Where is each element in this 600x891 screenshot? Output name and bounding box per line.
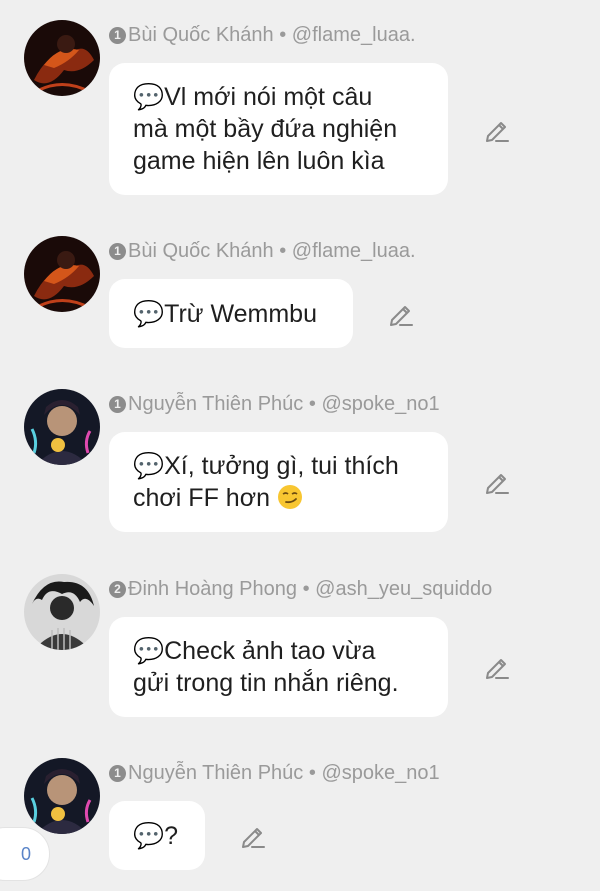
message-text: 💬Trừ Wemmbu	[133, 299, 317, 328]
message-text: 💬Check ảnh tao vừa gửi trong tin nhắn ri…	[133, 635, 399, 699]
rank-badge: 1	[109, 27, 126, 44]
message-line: 💬Xí, tưởng gì, tui thích	[133, 452, 399, 480]
avatar[interactable]	[24, 20, 100, 96]
rank-badge: 1	[109, 765, 126, 782]
avatar[interactable]	[24, 758, 100, 834]
message-line: chơi FF hơn	[133, 484, 270, 512]
message-line: mà một bầy đứa nghiện	[133, 115, 398, 143]
pencil-icon[interactable]	[388, 301, 414, 327]
meta-separator: •	[279, 240, 287, 262]
message-bubble[interactable]: 💬Check ảnh tao vừa gửi trong tin nhắn ri…	[109, 617, 448, 717]
message-line: 💬Check ảnh tao vừa	[133, 637, 376, 665]
message-meta: 1 Nguyễn Thiên Phúc • @spoke_no1	[109, 760, 440, 786]
message-text: 💬Vl mới nói một câu mà một bầy đứa nghiệ…	[133, 81, 397, 177]
author-name[interactable]: Bùi Quốc Khánh	[128, 240, 274, 262]
message-bubble[interactable]: 💬Xí, tưởng gì, tui thích chơi FF hơn	[109, 432, 448, 532]
unread-counter[interactable]: 0	[0, 827, 50, 881]
author-name[interactable]: Nguyễn Thiên Phúc	[128, 393, 303, 415]
author-handle[interactable]: @flame_luaa.	[292, 240, 416, 262]
author-handle[interactable]: @ash_yeu_squiddo	[315, 578, 492, 600]
message-bubble[interactable]: 💬Trừ Wemmbu	[109, 279, 353, 348]
message-meta: 1 Bùi Quốc Khánh • @flame_luaa.	[109, 22, 416, 48]
rank-badge: 2	[109, 581, 126, 598]
message-meta: 1 Bùi Quốc Khánh • @flame_luaa.	[109, 238, 416, 264]
rank-badge: 1	[109, 396, 126, 413]
meta-separator: •	[302, 578, 310, 600]
message-text: 💬Xí, tưởng gì, tui thích chơi FF hơn	[133, 450, 399, 514]
author-handle[interactable]: @spoke_no1	[321, 762, 439, 784]
message-line: 💬Vl mới nói một câu	[133, 83, 373, 111]
meta-separator: •	[279, 24, 287, 46]
message-meta: 1 Nguyễn Thiên Phúc • @spoke_no1	[109, 391, 440, 417]
pencil-icon[interactable]	[240, 823, 266, 849]
author-handle[interactable]: @flame_luaa.	[292, 24, 416, 46]
message-meta: 2 Đinh Hoàng Phong • @ash_yeu_squiddo	[109, 576, 492, 602]
message-bubble[interactable]: 💬?	[109, 801, 205, 870]
pencil-icon[interactable]	[484, 469, 510, 495]
message-line: game hiện lên luôn kìa	[133, 147, 385, 175]
meta-separator: •	[308, 762, 316, 784]
avatar[interactable]	[24, 389, 100, 465]
author-name[interactable]: Bùi Quốc Khánh	[128, 24, 274, 46]
pencil-icon[interactable]	[484, 117, 510, 143]
smirking-face-icon	[277, 485, 302, 509]
avatar[interactable]	[24, 236, 100, 312]
message-line: gửi trong tin nhắn riêng.	[133, 669, 399, 697]
author-name[interactable]: Đinh Hoàng Phong	[128, 578, 297, 600]
author-name[interactable]: Nguyễn Thiên Phúc	[128, 762, 303, 784]
pencil-icon[interactable]	[484, 654, 510, 680]
author-handle[interactable]: @spoke_no1	[321, 393, 439, 415]
message-bubble[interactable]: 💬Vl mới nói một câu mà một bầy đứa nghiệ…	[109, 63, 448, 195]
rank-badge: 1	[109, 243, 126, 260]
avatar[interactable]	[24, 574, 100, 650]
meta-separator: •	[308, 393, 316, 415]
message-text: 💬?	[133, 821, 179, 850]
